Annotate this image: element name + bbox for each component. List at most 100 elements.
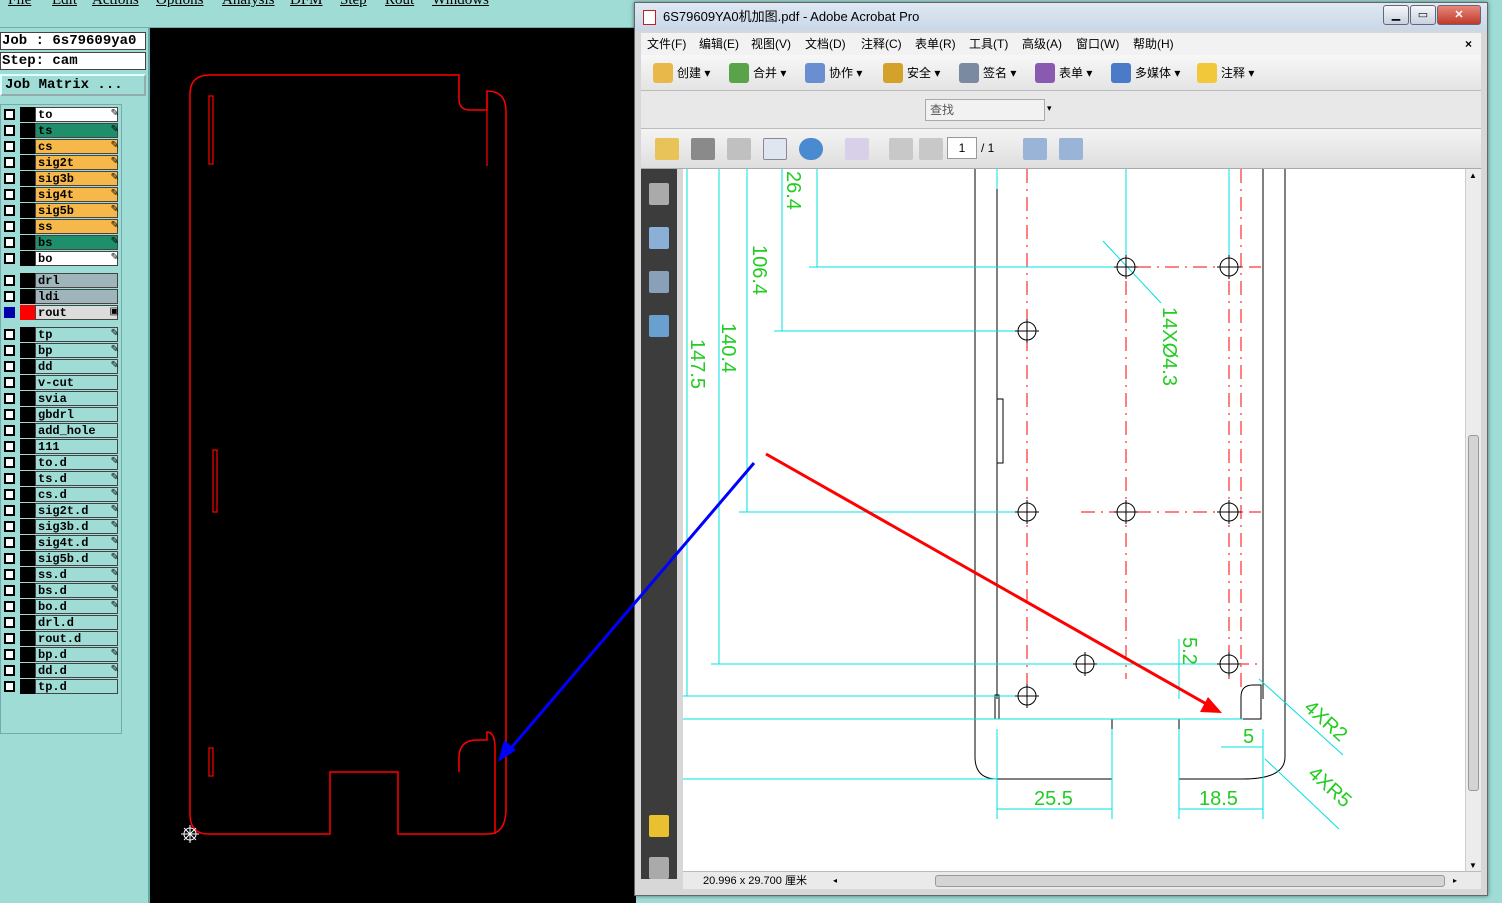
attachments-icon[interactable]: [649, 857, 669, 879]
minimize-button[interactable]: ▁: [1383, 5, 1409, 25]
layer-color-swatch[interactable]: [20, 273, 35, 288]
layer-color-swatch[interactable]: [20, 391, 35, 406]
layer-name[interactable]: sig5b: [35, 203, 118, 218]
layer-color-swatch[interactable]: [20, 327, 35, 342]
pencil-icon[interactable]: ✎: [111, 472, 119, 483]
pencil-icon[interactable]: ✎: [111, 568, 119, 579]
layer-checkbox[interactable]: [4, 377, 15, 388]
layer-checkbox[interactable]: [4, 681, 15, 692]
layer-row-sig2t[interactable]: sig2t ✎: [1, 155, 121, 170]
menu-analysis[interactable]: Analysis: [222, 0, 275, 9]
comments-icon[interactable]: [649, 815, 669, 837]
menu-edit-cn[interactable]: 编辑(E): [699, 33, 739, 55]
menu-advanced-cn[interactable]: 高级(A): [1022, 33, 1062, 55]
upload-web-icon[interactable]: [799, 138, 823, 160]
layer-name[interactable]: v-cut: [35, 375, 118, 390]
layer-color-swatch[interactable]: [20, 551, 35, 566]
horizontal-scroll-thumb[interactable]: [935, 875, 1445, 887]
layer-row-sig5b-d[interactable]: sig5b.d ✎: [1, 551, 121, 566]
layer-checkbox[interactable]: [4, 537, 15, 548]
layer-checkbox[interactable]: [4, 585, 15, 596]
layer-checkbox[interactable]: [4, 109, 15, 120]
layer-row-to[interactable]: to ✎: [1, 107, 121, 122]
pencil-icon[interactable]: ✎: [111, 664, 119, 675]
pencil-icon[interactable]: ✎: [111, 252, 119, 263]
layer-color-swatch[interactable]: [20, 251, 35, 266]
layer-row-bs-d[interactable]: bs.d ✎: [1, 583, 121, 598]
layer-row-111[interactable]: 111: [1, 439, 121, 454]
pencil-icon[interactable]: ✎: [111, 236, 119, 247]
menu-document-cn[interactable]: 文档(D): [805, 33, 846, 55]
layer-row-sig2t-d[interactable]: sig2t.d ✎: [1, 503, 121, 518]
menu-window-cn[interactable]: 窗口(W): [1076, 33, 1119, 55]
layer-row-drl[interactable]: drl: [1, 273, 121, 288]
layer-checkbox[interactable]: [4, 569, 15, 580]
pencil-icon[interactable]: ✎: [111, 328, 119, 339]
tool-comment[interactable]: 注释 ▾: [1195, 61, 1254, 85]
layer-name[interactable]: dd: [35, 359, 118, 374]
layer-checkbox[interactable]: [4, 221, 15, 232]
layer-row-ts[interactable]: ts ✎: [1, 123, 121, 138]
layer-checkbox[interactable]: [4, 425, 15, 436]
layer-name[interactable]: ss: [35, 219, 118, 234]
layer-name[interactable]: rout: [35, 305, 118, 320]
layer-checkbox[interactable]: [4, 141, 15, 152]
layer-color-swatch[interactable]: [20, 535, 35, 550]
layer-color-swatch[interactable]: [20, 203, 35, 218]
layer-checkbox[interactable]: [4, 393, 15, 404]
layer-color-swatch[interactable]: [20, 439, 35, 454]
pencil-icon[interactable]: ✎: [111, 488, 119, 499]
layer-row-bs[interactable]: bs ✎: [1, 235, 121, 250]
pencil-icon[interactable]: ✎: [111, 504, 119, 515]
next-page-icon[interactable]: [919, 138, 943, 160]
layer-color-swatch[interactable]: [20, 107, 35, 122]
layer-color-swatch[interactable]: [20, 155, 35, 170]
layer-color-swatch[interactable]: [20, 289, 35, 304]
layer-row-dd-d[interactable]: dd.d ✎: [1, 663, 121, 678]
layer-name[interactable]: sig4t: [35, 187, 118, 202]
layer-name[interactable]: sig4t.d: [35, 535, 118, 550]
layer-row-add-hole[interactable]: add_hole: [1, 423, 121, 438]
menu-options[interactable]: Options: [156, 0, 204, 9]
bookmarks-icon[interactable]: [649, 227, 669, 249]
layer-row-bp[interactable]: bp ✎: [1, 343, 121, 358]
layer-row-drl-d[interactable]: drl.d: [1, 615, 121, 630]
menu-edit[interactable]: Edit: [52, 0, 77, 9]
layer-name[interactable]: bo.d: [35, 599, 118, 614]
layer-name[interactable]: sig2t: [35, 155, 118, 170]
hscroll-left-icon[interactable]: ◂: [833, 872, 837, 890]
pencil-icon[interactable]: ✎: [111, 124, 119, 135]
pencil-icon[interactable]: ✎: [111, 220, 119, 231]
menu-tools-cn[interactable]: 工具(T): [969, 33, 1008, 55]
layer-name[interactable]: bo: [35, 251, 118, 266]
fit-page-icon[interactable]: [1059, 138, 1083, 160]
layer-name[interactable]: to: [35, 107, 118, 122]
layer-color-swatch[interactable]: [20, 455, 35, 470]
layer-name[interactable]: sig3b.d: [35, 519, 118, 534]
pencil-icon[interactable]: ✎: [111, 108, 119, 119]
layer-name[interactable]: drl.d: [35, 615, 118, 630]
layer-name[interactable]: sig5b.d: [35, 551, 118, 566]
pencil-icon[interactable]: ✎: [111, 552, 119, 563]
layer-name[interactable]: bp: [35, 343, 118, 358]
layer-checkbox[interactable]: [4, 553, 15, 564]
pencil-icon[interactable]: ✎: [111, 344, 119, 355]
layer-color-swatch[interactable]: [20, 139, 35, 154]
layer-checkbox[interactable]: [4, 441, 15, 452]
layer-row-sig5b[interactable]: sig5b ✎: [1, 203, 121, 218]
genesis-graphics-canvas[interactable]: [150, 28, 636, 903]
tool-multimedia[interactable]: 多媒体 ▾: [1109, 61, 1180, 85]
menu-actions[interactable]: Actions: [92, 0, 139, 9]
menu-comment-cn[interactable]: 注释(C): [861, 33, 902, 55]
layer-checkbox[interactable]: [4, 189, 15, 200]
layer-row-ldi[interactable]: ldi: [1, 289, 121, 304]
layer-checkbox[interactable]: [4, 253, 15, 264]
layer-name[interactable]: rout.d: [35, 631, 118, 646]
layer-row-bo-d[interactable]: bo.d ✎: [1, 599, 121, 614]
layers-icon[interactable]: [649, 315, 669, 337]
pencil-icon[interactable]: ✎: [111, 456, 119, 467]
layer-row-bo[interactable]: bo ✎: [1, 251, 121, 266]
vertical-scrollbar[interactable]: ▲ ▼: [1465, 169, 1481, 877]
doc-close-icon[interactable]: ×: [1465, 33, 1472, 55]
layer-color-swatch[interactable]: [20, 171, 35, 186]
